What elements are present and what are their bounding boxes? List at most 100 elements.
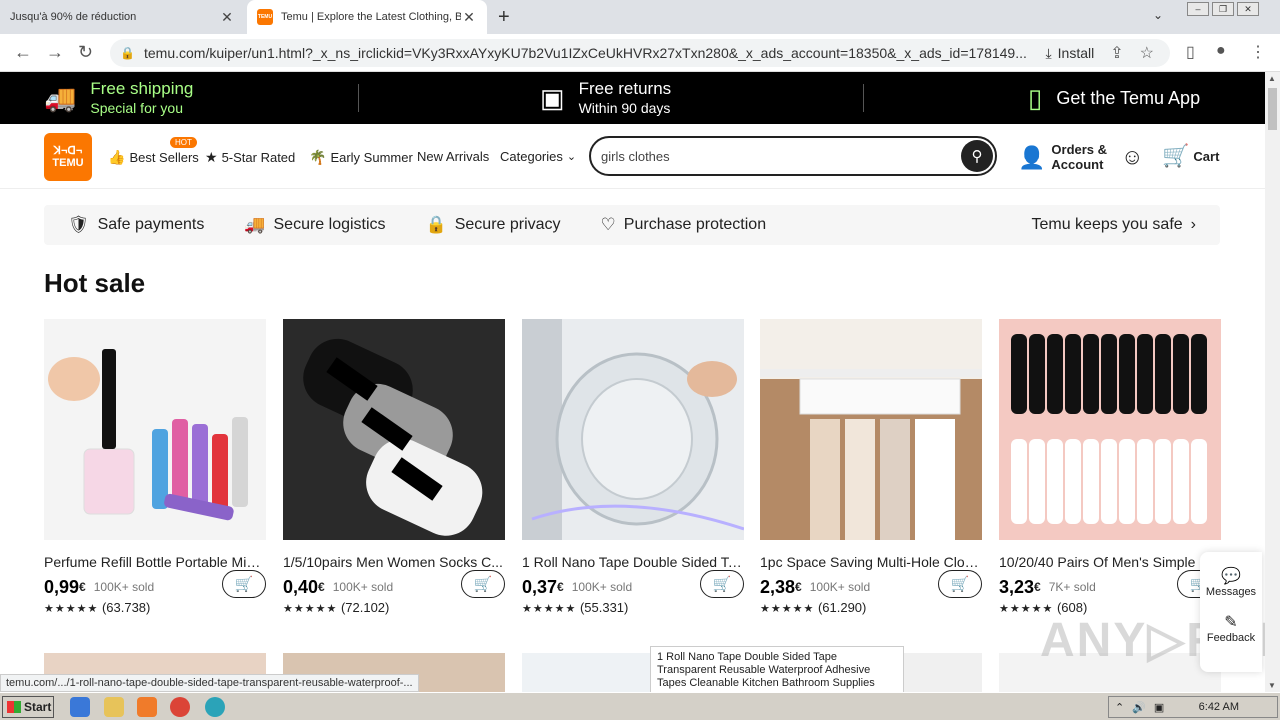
page-scrollbar[interactable]: ▲ ▼	[1265, 72, 1280, 692]
media-player-icon[interactable]	[137, 697, 157, 717]
restore-icon[interactable]: ❐	[1212, 2, 1234, 16]
install-app-button[interactable]: ⤓ Install	[1045, 45, 1094, 62]
free-shipping-promo[interactable]: 🚚 Free shipping Special for you	[44, 72, 193, 124]
lock-icon: 🔒	[425, 215, 447, 234]
promo-divider	[358, 84, 359, 112]
add-to-cart-icon[interactable]: 🛒	[222, 570, 266, 598]
product-card[interactable]: 1pc Space Saving Multi-Hole Cloth... 2,3…	[760, 319, 982, 615]
safe-payments[interactable]: 🛡 Safe payments	[68, 215, 204, 235]
search-bar[interactable]: girls clothes ⚲	[589, 136, 997, 176]
product-name[interactable]: 1 Roll Nano Tape Double Sided Ta...	[522, 554, 744, 570]
product-name[interactable]: 10/20/40 Pairs Of Men's Simple S	[999, 554, 1221, 570]
chrome-icon[interactable]	[170, 697, 190, 717]
get-app-promo[interactable]: ▯ Get the Temu App	[1028, 72, 1200, 124]
rating-stars-icon: ★★★★★	[760, 603, 815, 615]
nav-early-summer[interactable]: 🌴 Early Summer	[309, 149, 413, 166]
product-name[interactable]: Perfume Refill Bottle Portable Mini ...	[44, 554, 266, 570]
shield-check-icon: 🛡	[68, 215, 90, 234]
review-count: (55.331)	[579, 600, 629, 615]
product-name[interactable]: 1pc Space Saving Multi-Hole Cloth...	[760, 554, 982, 570]
temu-logo[interactable]: ꓘ¬ꓷ¬ TEMU	[44, 133, 92, 181]
scrollbar-thumb[interactable]	[1268, 88, 1277, 130]
volume-icon[interactable]: 🔊	[1132, 701, 1146, 714]
product-image-nano-tape[interactable]	[522, 319, 744, 540]
product-card[interactable]: 10/20/40 Pairs Of Men's Simple S 3,23 € 7…	[999, 319, 1221, 615]
safety-label: Purchase protection	[623, 216, 767, 233]
floating-side-panel: 💬 Messages ✎ Feedback	[1200, 552, 1262, 672]
perfume-bottles-illustration	[48, 349, 248, 521]
window-close-icon[interactable]: ✕	[1237, 2, 1259, 16]
secure-logistics[interactable]: 🚚 Secure logistics	[244, 215, 385, 235]
profile-avatar-icon[interactable]: ●	[1216, 42, 1226, 60]
browser-tab-2[interactable]: TEMU Temu | Explore the Latest Clothing,…	[247, 0, 487, 34]
sold-count: 100K+ sold	[332, 580, 394, 594]
close-tab-icon[interactable]: ✕	[219, 9, 235, 26]
feedback-button[interactable]: ✎ Feedback	[1207, 612, 1255, 644]
product-grid: Perfume Refill Bottle Portable Mini ... …	[0, 319, 1265, 619]
nav-new-arrivals[interactable]: New Arrivals	[417, 149, 489, 164]
forward-arrow-icon[interactable]: →	[46, 42, 64, 63]
promo-returns-title: Free returns	[578, 79, 672, 98]
support-chat-icon[interactable]: ☺	[1121, 144, 1143, 170]
side-panel-icon[interactable]: ▯	[1186, 42, 1195, 62]
star-badge-icon: ★	[205, 149, 218, 165]
truck-icon: 🚚	[244, 215, 266, 234]
ie-icon[interactable]	[70, 697, 90, 717]
close-tab-icon[interactable]: ✕	[461, 9, 477, 26]
promo-returns-subtitle: Within 90 days	[578, 100, 671, 116]
product-image-perfume[interactable]	[44, 319, 266, 540]
scroll-up-icon[interactable]: ▲	[1268, 74, 1276, 83]
cart-button[interactable]: 🛒 Cart	[1162, 143, 1219, 169]
bookmark-star-icon[interactable]: ☆	[1140, 43, 1154, 63]
rating-stars-icon: ★★★★★	[44, 603, 99, 615]
product-card[interactable]: Perfume Refill Bottle Portable Mini ... …	[44, 319, 266, 615]
address-bar[interactable]: 🔒 temu.com/kuiper/un1.html?_x_ns_irclick…	[110, 39, 1170, 67]
tab-title: Jusqu'à 90% de réduction	[10, 11, 137, 23]
add-to-cart-icon[interactable]: 🛒	[461, 570, 505, 598]
currency: €	[1034, 580, 1041, 594]
free-returns-promo[interactable]: ▣ Free returns Within 90 days	[540, 72, 671, 124]
start-button[interactable]: Start	[2, 696, 54, 718]
tray-arrow-icon[interactable]: ⌃	[1115, 701, 1124, 714]
reload-icon[interactable]: ↻	[78, 42, 93, 63]
folder-icon[interactable]	[104, 697, 124, 717]
back-arrow-icon[interactable]: ←	[14, 42, 32, 63]
add-to-cart-icon[interactable]: 🛒	[938, 570, 982, 598]
currency: €	[318, 580, 325, 594]
product-card[interactable]: 1 Roll Nano Tape Double Sided Ta... 0,37…	[522, 319, 744, 615]
new-tab-icon[interactable]: +	[498, 6, 510, 29]
product-image-hanger[interactable]	[760, 319, 982, 540]
orders-account-button[interactable]: 👤 Orders & Account	[1018, 142, 1107, 172]
nav-categories[interactable]: Categories ⌄	[500, 149, 576, 164]
nav-five-star-rated[interactable]: ★ 5-Star Rated	[205, 149, 295, 166]
lock-icon[interactable]: 🔒	[120, 46, 135, 60]
search-icon[interactable]: ⚲	[961, 140, 993, 172]
share-icon[interactable]: ⇪	[1110, 43, 1123, 63]
promo-shipping-title: Free shipping	[90, 79, 194, 98]
product-card[interactable]: 1/5/10pairs Men Women Socks C... 0,40 € 1…	[283, 319, 505, 615]
add-to-cart-icon[interactable]: 🛒	[700, 570, 744, 598]
scroll-down-icon[interactable]: ▼	[1268, 681, 1276, 690]
browser-menu-icon[interactable]: ⋮	[1250, 42, 1266, 62]
search-input[interactable]: girls clothes	[601, 149, 961, 164]
keeps-you-safe-link[interactable]: Temu keeps you safe ›	[1031, 216, 1196, 234]
product-image-mens-socks[interactable]	[999, 319, 1221, 540]
site-header: ꓘ¬ꓷ¬ TEMU HOT 👍 Best Sellers ★ 5-Star Ra…	[0, 124, 1265, 189]
edge-icon[interactable]	[205, 697, 225, 717]
nav-best-sellers[interactable]: 👍 Best Sellers	[108, 149, 199, 166]
messages-button[interactable]: 💬 Messages	[1206, 566, 1256, 598]
purchase-protection[interactable]: ♡ Purchase protection	[601, 215, 767, 235]
network-icon[interactable]: ▣	[1154, 701, 1164, 714]
minimize-icon[interactable]: –	[1187, 2, 1209, 16]
product-name[interactable]: 1/5/10pairs Men Women Socks C...	[283, 554, 505, 570]
nav-label: Early Summer	[330, 150, 413, 165]
palm-tree-icon: 🌴	[309, 149, 327, 165]
secure-privacy[interactable]: 🔒 Secure privacy	[426, 215, 561, 235]
start-label: Start	[24, 700, 52, 714]
product-image-socks[interactable]	[283, 319, 505, 540]
tab-search-chevron-icon[interactable]: ⌄	[1153, 8, 1163, 22]
safety-label: Safe payments	[97, 216, 205, 233]
logo-glyphs: ꓘ¬ꓷ¬	[53, 145, 83, 157]
orders-label: Orders &	[1051, 142, 1108, 157]
browser-tab-1[interactable]: Jusqu'à 90% de réduction ✕	[0, 0, 245, 34]
